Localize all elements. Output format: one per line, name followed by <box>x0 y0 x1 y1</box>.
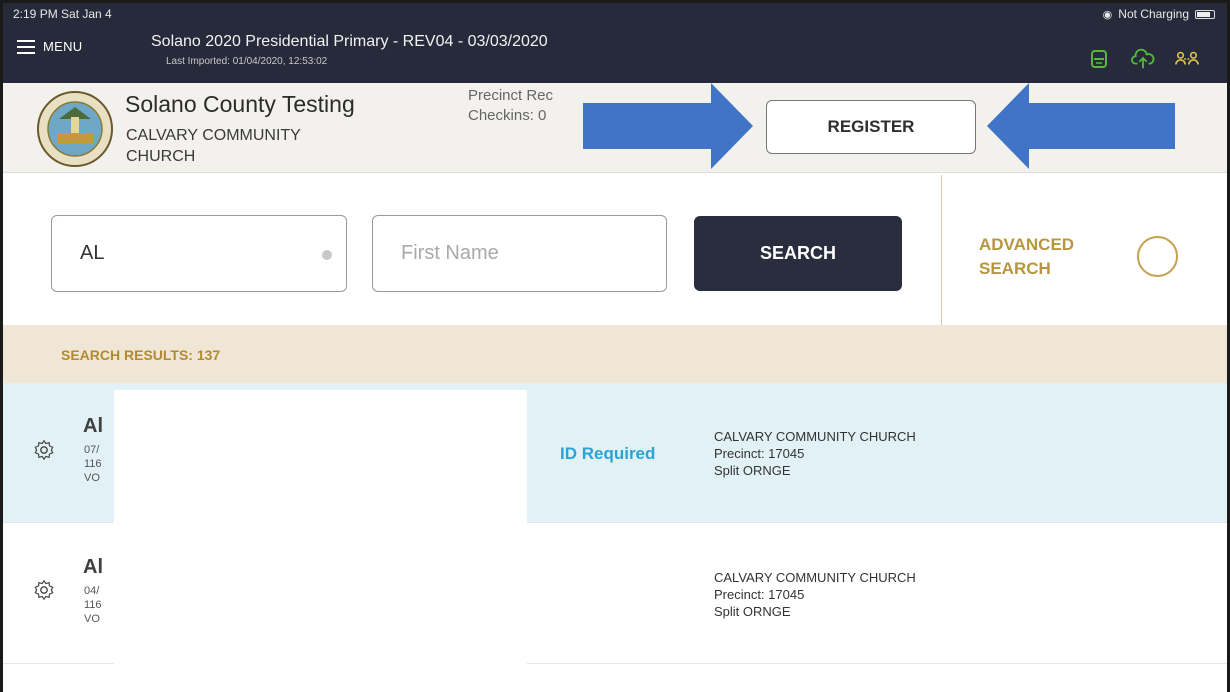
last-name-value: AL <box>80 242 105 264</box>
toolbar-icons <box>1087 47 1199 71</box>
voter-details: 04/ 116 VO <box>84 584 102 626</box>
menu-button[interactable]: MENU <box>17 39 82 54</box>
gear-icon[interactable] <box>33 579 55 601</box>
precinct-info: Precinct Rec Checkins: 0 <box>468 86 553 126</box>
voter-row[interactable]: Al 04/ 116 VO CALVARY COMMUNITY CHURCH P… <box>3 524 1227 669</box>
voter-location: CALVARY COMMUNITY CHURCH Precinct: 17045… <box>714 569 916 620</box>
register-button[interactable]: REGISTER <box>766 100 976 154</box>
location-name: CALVARY COMMUNITY CHURCH <box>714 429 916 444</box>
results-count: SEARCH RESULTS: 137 <box>61 347 221 363</box>
divider <box>941 175 942 325</box>
search-button[interactable]: SEARCH <box>694 216 902 291</box>
voter-row[interactable] <box>3 665 1227 692</box>
split-name: Split ORNGE <box>714 463 791 478</box>
voter-detail-line: 116 <box>84 458 102 470</box>
redaction-box <box>114 390 527 530</box>
precinct-label: Precinct Rec <box>468 87 554 104</box>
id-required-badge: ID Required <box>560 444 656 463</box>
last-imported: Last Imported: 01/04/2020, 12:53:02 <box>166 56 328 67</box>
advanced-search-toggle[interactable] <box>1137 236 1178 277</box>
voter-detail-line: 116 <box>84 599 102 611</box>
split-name: Split ORNGE <box>714 604 791 619</box>
county-name: Solano County Testing <box>125 91 355 117</box>
charging-status: Not Charging <box>1118 7 1189 21</box>
app-frame: 2:19 PM Sat Jan 4 ◉ Not Charging MENU So… <box>0 0 1230 692</box>
clear-icon[interactable] <box>322 250 332 260</box>
voter-name: Al <box>83 415 103 437</box>
first-name-input[interactable]: First Name <box>372 215 667 292</box>
status-indicators: ◉ Not Charging <box>1103 7 1215 21</box>
voter-name: Al <box>83 556 103 578</box>
county-seal-icon <box>37 91 113 167</box>
advanced-search-line-2: SEARCH <box>979 259 1051 278</box>
advanced-search-line-1: ADVANCED <box>979 235 1075 254</box>
polling-place-header: Solano County Testing CALVARY COMMUNITY … <box>3 83 1227 173</box>
left-arrow-annotation <box>583 83 753 169</box>
polling-site: CALVARY COMMUNITY CHURCH <box>126 125 346 167</box>
advanced-search-label: ADVANCED SEARCH <box>979 233 1074 281</box>
battery-icon <box>1195 9 1215 19</box>
voter-details: 07/ 116 VO <box>84 443 102 485</box>
results-header: SEARCH RESULTS: 137 <box>3 325 1227 383</box>
search-panel: AL First Name SEARCH ADVANCED SEARCH <box>3 175 1227 325</box>
location-name: CALVARY COMMUNITY CHURCH <box>714 570 916 585</box>
voter-detail-line: 04/ <box>84 585 100 597</box>
users-sync-icon[interactable] <box>1175 47 1199 71</box>
wifi-icon: ◉ <box>1102 8 1113 21</box>
voter-location: CALVARY COMMUNITY CHURCH Precinct: 17045… <box>714 428 916 479</box>
checkins-label: Checkins: 0 <box>468 107 547 124</box>
polling-site-line-2: CHURCH <box>126 148 196 165</box>
gear-icon[interactable] <box>33 439 55 461</box>
cloud-upload-icon[interactable] <box>1131 47 1155 71</box>
first-name-placeholder: First Name <box>401 242 499 264</box>
voter-detail-line: VO <box>84 472 100 484</box>
menu-label: MENU <box>43 39 83 54</box>
redaction-box <box>114 524 527 669</box>
polling-site-line-1: CALVARY COMMUNITY <box>126 127 301 144</box>
voter-detail-line: 07/ <box>84 444 100 456</box>
election-title: Solano 2020 Presidential Primary - REV04… <box>151 33 548 50</box>
status-time: 2:19 PM Sat Jan 4 <box>13 7 112 21</box>
right-arrow-annotation <box>987 83 1175 169</box>
voter-row[interactable]: Al 07/ 116 VO ID Required CALVARY COMMUN… <box>3 383 1227 530</box>
precinct-number: Precinct: 17045 <box>714 587 805 602</box>
last-name-input[interactable]: AL <box>51 215 347 292</box>
precinct-number: Precinct: 17045 <box>714 446 805 461</box>
printer-icon[interactable] <box>1087 47 1111 71</box>
voter-detail-line: VO <box>84 613 100 625</box>
top-app-bar: 2:19 PM Sat Jan 4 ◉ Not Charging MENU So… <box>3 3 1227 83</box>
hamburger-icon <box>17 39 35 54</box>
